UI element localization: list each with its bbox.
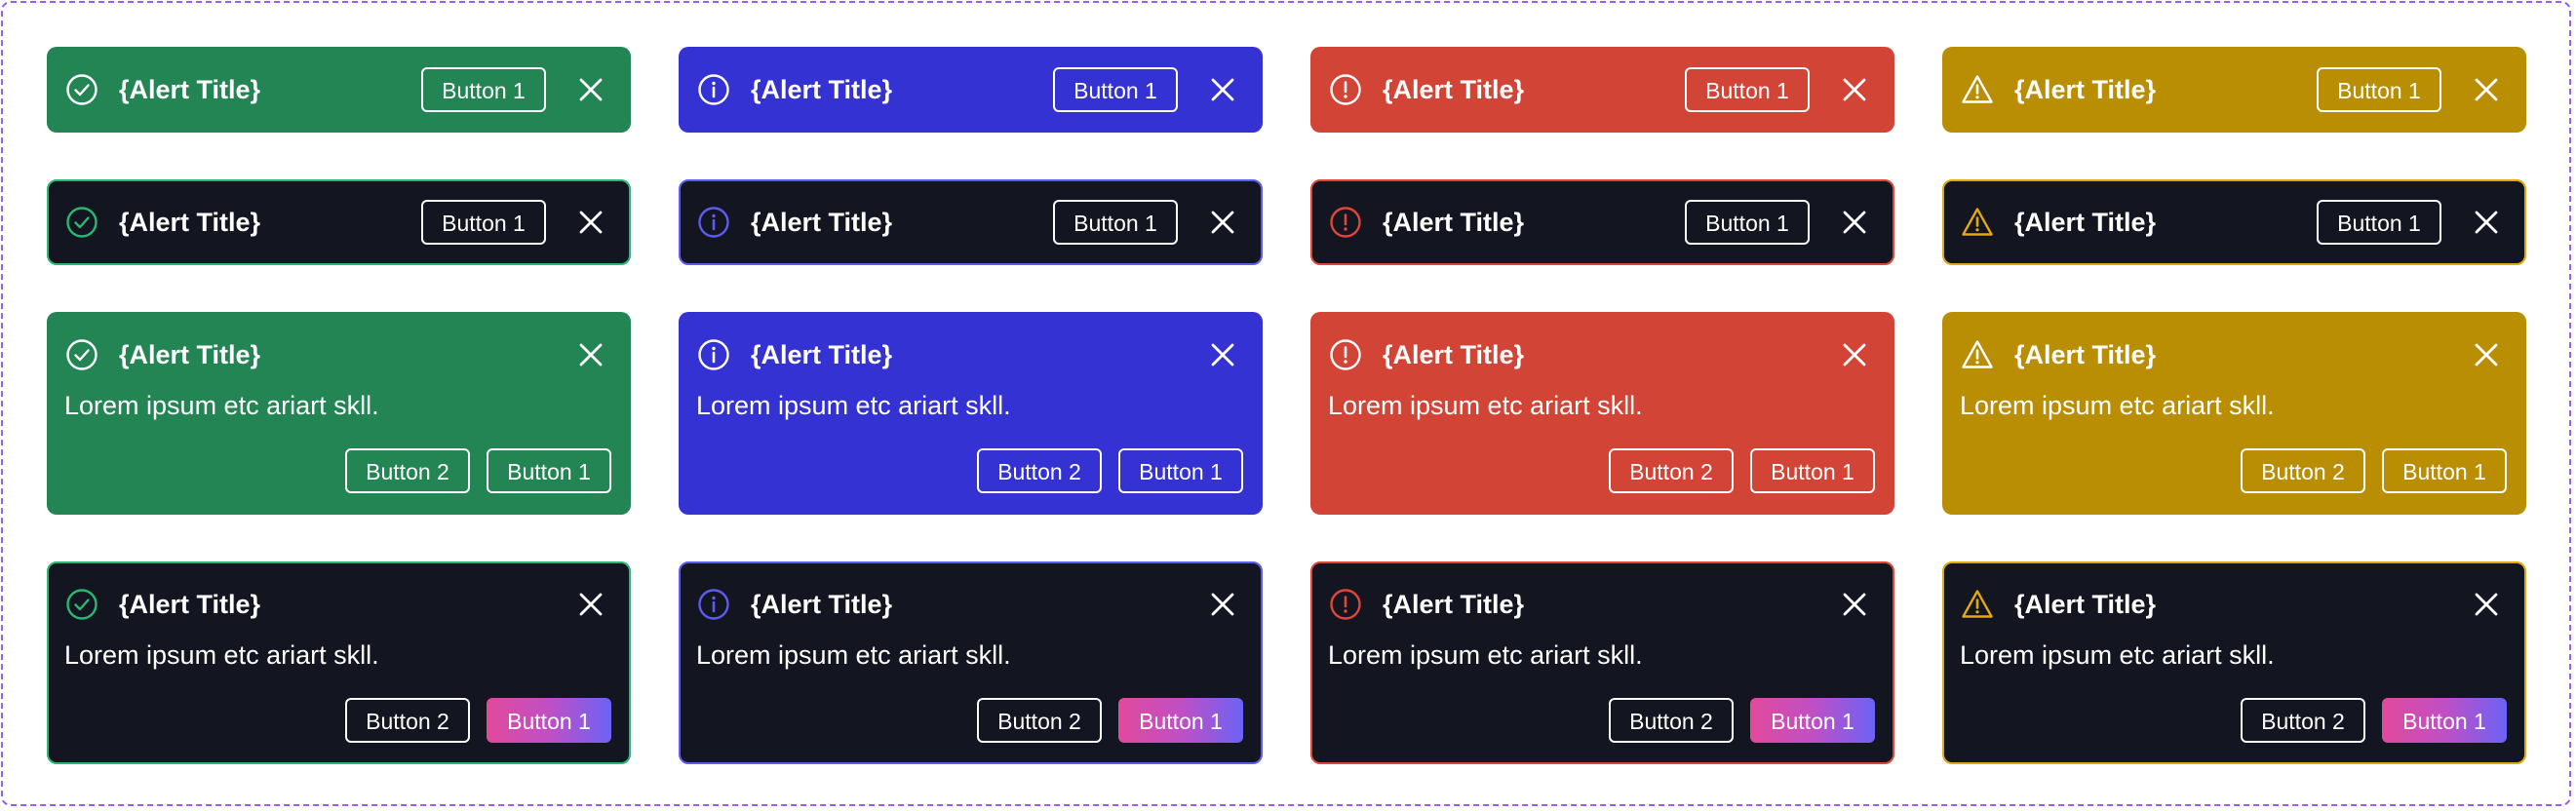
alert-title: {Alert Title} <box>2014 340 2157 369</box>
close-icon[interactable] <box>574 338 607 371</box>
alert-warning-filled-compact: {Alert Title} Button 1 <box>1942 47 2526 133</box>
warning-triangle-icon <box>1960 337 1995 372</box>
close-icon[interactable] <box>574 206 607 239</box>
button-2[interactable]: Button 2 <box>2241 698 2365 743</box>
alert-title: {Alert Title} <box>119 340 261 369</box>
button-1[interactable]: Button 1 <box>2317 67 2441 112</box>
button-1[interactable]: Button 1 <box>487 698 611 743</box>
button-1[interactable]: Button 1 <box>1053 67 1178 112</box>
button-1[interactable]: Button 1 <box>1750 698 1875 743</box>
alert-success-dark-expanded: {Alert Title} Lorem ipsum etc ariart skll… <box>47 561 631 764</box>
alert-title: {Alert Title} <box>119 590 261 619</box>
alert-success-filled-compact: {Alert Title} Button 1 <box>47 47 631 133</box>
alert-title: {Alert Title} <box>2014 75 2157 104</box>
check-circle-icon <box>64 205 99 240</box>
button-1[interactable]: Button 1 <box>1053 200 1178 245</box>
close-icon[interactable] <box>1206 338 1239 371</box>
button-2[interactable]: Button 2 <box>977 448 1102 493</box>
alert-info-filled-compact: {Alert Title} Button 1 <box>679 47 1263 133</box>
button-1[interactable]: Button 1 <box>1685 200 1810 245</box>
alert-title: {Alert Title} <box>1383 340 1525 369</box>
check-circle-icon <box>64 72 99 107</box>
button-1[interactable]: Button 1 <box>421 200 546 245</box>
button-2[interactable]: Button 2 <box>345 448 470 493</box>
alert-description: Lorem ipsum etc ariart skll. <box>1328 640 1643 670</box>
exclamation-circle-icon <box>1328 205 1363 240</box>
close-icon[interactable] <box>1838 206 1871 239</box>
button-2[interactable]: Button 2 <box>345 698 470 743</box>
alert-success-filled-expanded: {Alert Title} Lorem ipsum etc ariart skll… <box>47 312 631 515</box>
alert-title: {Alert Title} <box>751 340 893 369</box>
alert-description: Lorem ipsum etc ariart skll. <box>696 391 1011 420</box>
alert-title: {Alert Title} <box>119 208 261 237</box>
close-icon[interactable] <box>1206 206 1239 239</box>
close-icon[interactable] <box>574 73 607 106</box>
alert-title: {Alert Title} <box>2014 208 2157 237</box>
button-2[interactable]: Button 2 <box>2241 448 2365 493</box>
button-2[interactable]: Button 2 <box>977 698 1102 743</box>
alert-warning-dark-compact: {Alert Title} Button 1 <box>1942 179 2526 265</box>
close-icon[interactable] <box>1838 588 1871 621</box>
close-icon[interactable] <box>2470 588 2503 621</box>
close-icon[interactable] <box>2470 206 2503 239</box>
alert-warning-filled-expanded: {Alert Title} Lorem ipsum etc ariart skll… <box>1942 312 2526 515</box>
exclamation-circle-icon <box>1328 72 1363 107</box>
alert-error-dark-compact: {Alert Title} Button 1 <box>1310 179 1894 265</box>
info-circle-icon <box>696 72 731 107</box>
button-2[interactable]: Button 2 <box>1609 448 1734 493</box>
close-icon[interactable] <box>1838 73 1871 106</box>
alert-description: Lorem ipsum etc ariart skll. <box>1960 391 2275 420</box>
alert-description: Lorem ipsum etc ariart skll. <box>64 391 379 420</box>
alert-title: {Alert Title} <box>1383 590 1525 619</box>
button-2[interactable]: Button 2 <box>1609 698 1734 743</box>
button-1[interactable]: Button 1 <box>421 67 546 112</box>
alert-info-dark-expanded: {Alert Title} Lorem ipsum etc ariart skll… <box>679 561 1263 764</box>
warning-triangle-icon <box>1960 205 1995 240</box>
alert-title: {Alert Title} <box>1383 208 1525 237</box>
button-1[interactable]: Button 1 <box>487 448 611 493</box>
exclamation-circle-icon <box>1328 337 1363 372</box>
exclamation-circle-icon <box>1328 587 1363 622</box>
button-1[interactable]: Button 1 <box>1685 67 1810 112</box>
button-1[interactable]: Button 1 <box>2382 698 2507 743</box>
alert-title: {Alert Title} <box>751 75 893 104</box>
close-icon[interactable] <box>2470 338 2503 371</box>
close-icon[interactable] <box>1206 73 1239 106</box>
alert-warning-dark-expanded: {Alert Title} Lorem ipsum etc ariart skll… <box>1942 561 2526 764</box>
alert-error-dark-expanded: {Alert Title} Lorem ipsum etc ariart skll… <box>1310 561 1894 764</box>
alert-description: Lorem ipsum etc ariart skll. <box>1328 391 1643 420</box>
info-circle-icon <box>696 205 731 240</box>
alert-error-filled-expanded: {Alert Title} Lorem ipsum etc ariart skll… <box>1310 312 1894 515</box>
alert-title: {Alert Title} <box>119 75 261 104</box>
alert-description: Lorem ipsum etc ariart skll. <box>64 640 379 670</box>
alert-error-filled-compact: {Alert Title} Button 1 <box>1310 47 1894 133</box>
close-icon[interactable] <box>2470 73 2503 106</box>
alert-title: {Alert Title} <box>751 208 893 237</box>
info-circle-icon <box>696 337 731 372</box>
close-icon[interactable] <box>574 588 607 621</box>
alert-description: Lorem ipsum etc ariart skll. <box>696 640 1011 670</box>
close-icon[interactable] <box>1206 588 1239 621</box>
button-1[interactable]: Button 1 <box>1118 448 1243 493</box>
alert-success-dark-compact: {Alert Title} Button 1 <box>47 179 631 265</box>
alert-title: {Alert Title} <box>2014 590 2157 619</box>
button-1[interactable]: Button 1 <box>2382 448 2507 493</box>
alert-info-dark-compact: {Alert Title} Button 1 <box>679 179 1263 265</box>
info-circle-icon <box>696 587 731 622</box>
button-1[interactable]: Button 1 <box>2317 200 2441 245</box>
alert-title: {Alert Title} <box>1383 75 1525 104</box>
warning-triangle-icon <box>1960 587 1995 622</box>
warning-triangle-icon <box>1960 72 1995 107</box>
alert-info-filled-expanded: {Alert Title} Lorem ipsum etc ariart skll… <box>679 312 1263 515</box>
button-1[interactable]: Button 1 <box>1750 448 1875 493</box>
check-circle-icon <box>64 337 99 372</box>
button-1[interactable]: Button 1 <box>1118 698 1243 743</box>
alert-title: {Alert Title} <box>751 590 893 619</box>
check-circle-icon <box>64 587 99 622</box>
close-icon[interactable] <box>1838 338 1871 371</box>
alert-description: Lorem ipsum etc ariart skll. <box>1960 640 2275 670</box>
